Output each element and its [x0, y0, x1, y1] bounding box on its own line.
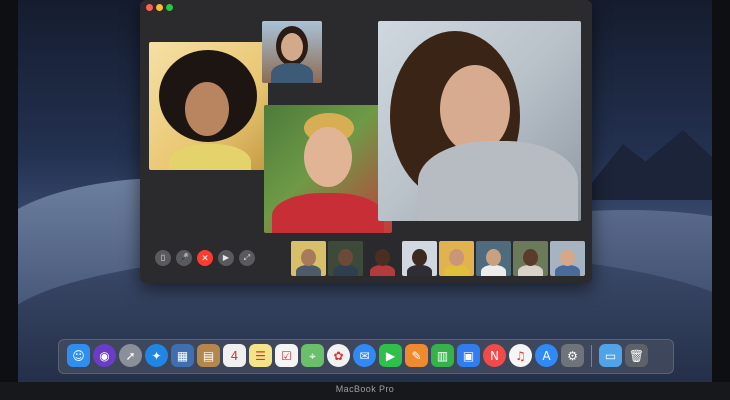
participant-face [412, 249, 427, 266]
participant-thumbnail[interactable] [365, 241, 400, 276]
participants-strip [291, 241, 585, 276]
participant-body [271, 63, 313, 83]
dock-separator [591, 344, 592, 367]
window-zoom-button[interactable] [166, 4, 173, 11]
participant-thumbnail[interactable] [513, 241, 548, 276]
participant-tile[interactable] [378, 21, 581, 221]
participant-face [301, 249, 316, 266]
participant-body [444, 265, 469, 276]
facetime-window[interactable]: ▯ 🎤 ✕ ▶ ⤢ [140, 0, 592, 283]
participant-face [560, 249, 575, 266]
participant-face [375, 249, 390, 266]
news-dock-icon[interactable]: N [483, 344, 506, 367]
music-dock-icon[interactable]: ♫ [509, 344, 532, 367]
microphone-icon: 🎤 [179, 253, 189, 262]
participant-face [338, 249, 353, 266]
sidebar-icon: ▯ [160, 253, 166, 262]
reminders-dock-icon[interactable]: ☑ [275, 344, 298, 367]
maps-dock-icon[interactable]: ⌖ [301, 344, 324, 367]
call-controls: ▯ 🎤 ✕ ▶ ⤢ [155, 250, 255, 266]
participant-body [333, 265, 358, 276]
participant-face [281, 33, 303, 61]
participant-thumbnail[interactable] [328, 241, 363, 276]
wallpaper-ridge [578, 130, 712, 200]
siri-dock-icon[interactable]: ◉ [93, 344, 116, 367]
participant-body [555, 265, 580, 276]
fullscreen-button[interactable]: ⤢ [239, 250, 255, 266]
safari-dock-icon[interactable]: ✦ [145, 344, 168, 367]
window-close-button[interactable] [146, 4, 153, 11]
dock: ☺ ◉ ➚ ✦ ▦ ▤ 4 ☰ ☑ ⌖ ✿ ✉ ▶ ✎ ▥ ▣ N ♫ A ⚙ ▭ 🗑 [58, 339, 674, 374]
participant-tile[interactable] [262, 21, 322, 83]
camera-button[interactable]: ▶ [218, 250, 234, 266]
participant-face [449, 249, 464, 266]
mute-button[interactable]: 🎤 [176, 250, 192, 266]
video-camera-icon: ▶ [222, 253, 230, 262]
participant-tile[interactable] [264, 105, 392, 233]
trash-dock-icon[interactable]: 🗑 [625, 344, 648, 367]
participant-thumbnail[interactable] [476, 241, 511, 276]
brand-label: MacBook Pro [335, 384, 395, 394]
keynote-dock-icon[interactable]: ▣ [457, 344, 480, 367]
participant-body [418, 141, 578, 221]
notes-dock-icon[interactable]: ☰ [249, 344, 272, 367]
participant-face [185, 82, 229, 136]
downloads-folder-dock-icon[interactable]: ▭ [599, 344, 622, 367]
participant-body [518, 265, 543, 276]
participant-thumbnail[interactable] [291, 241, 326, 276]
launchpad-dock-icon[interactable]: ➚ [119, 344, 142, 367]
facetime-dock-icon[interactable]: ▶ [379, 344, 402, 367]
dock-icons: ☺ ◉ ➚ ✦ ▦ ▤ 4 ☰ ☑ ⌖ ✿ ✉ ▶ ✎ ▥ ▣ N ♫ A ⚙ ▭ 🗑 [67, 344, 648, 367]
participant-face [304, 127, 352, 187]
expand-icon: ⤢ [243, 253, 251, 262]
calendar-dock-icon[interactable]: 4 [223, 344, 246, 367]
sidebar-button[interactable]: ▯ [155, 250, 171, 266]
participant-thumbnail[interactable] [402, 241, 437, 276]
photos-dock-icon[interactable]: ✿ [327, 344, 350, 367]
photos-image-dock-icon[interactable]: ▦ [171, 344, 194, 367]
participant-body [370, 265, 395, 276]
system-preferences-dock-icon[interactable]: ⚙ [561, 344, 584, 367]
messages-dock-icon[interactable]: ✉ [353, 344, 376, 367]
contacts-dock-icon[interactable]: ▤ [197, 344, 220, 367]
participant-face [486, 249, 501, 266]
participant-body [481, 265, 506, 276]
desktop: ▯ 🎤 ✕ ▶ ⤢ ☺ ◉ ➚ ✦ ▦ ▤ 4 ☰ ☑ ⌖ ✿ ✉ ▶ ✎ ▥ ▣ N ♫ A ⚙ ▭ 🗑 MacBook Pro [0, 0, 730, 400]
participant-face [440, 65, 510, 153]
close-icon: ✕ [201, 252, 209, 263]
participant-thumbnail[interactable] [439, 241, 474, 276]
participant-tile[interactable] [149, 42, 268, 170]
participant-body [296, 265, 321, 276]
participant-thumbnail[interactable] [550, 241, 585, 276]
window-minimize-button[interactable] [156, 4, 163, 11]
participant-body [272, 193, 384, 233]
numbers-dock-icon[interactable]: ▥ [431, 344, 454, 367]
finder-dock-icon[interactable]: ☺ [67, 344, 90, 367]
end-call-button[interactable]: ✕ [197, 250, 213, 266]
pages-dock-icon[interactable]: ✎ [405, 344, 428, 367]
participant-body [407, 265, 432, 276]
participant-body [169, 144, 251, 170]
participant-face [523, 249, 538, 266]
app-store-dock-icon[interactable]: A [535, 344, 558, 367]
